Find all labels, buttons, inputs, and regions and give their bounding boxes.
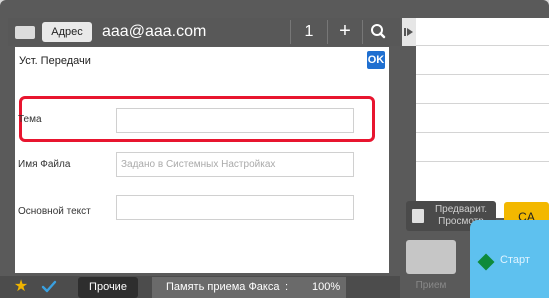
other-button[interactable]: Прочие — [78, 277, 138, 298]
list-divider — [416, 74, 549, 75]
fax-memory-status: Память приема Факса : 100% — [152, 277, 346, 298]
keyboard-icon — [15, 26, 35, 39]
start-icon — [477, 253, 495, 271]
start-button[interactable]: Старт — [470, 220, 549, 298]
check-button[interactable] — [38, 276, 60, 298]
start-label: Старт — [500, 254, 530, 266]
file-name-label: Имя Файла — [18, 159, 71, 170]
list-divider — [416, 45, 549, 46]
file-name-input[interactable]: Задано в Системных Настройках — [116, 152, 354, 177]
list-divider — [416, 161, 549, 162]
body-text-input[interactable] — [116, 195, 354, 220]
fax-memory-label: Память приема Факса — [166, 281, 280, 293]
star-icon: ★ — [13, 278, 29, 295]
preview-icon — [412, 209, 424, 223]
send-settings-dialog: Уст. Передачи OK Тема : Имя Файла : Зада… — [15, 47, 389, 273]
search-button[interactable] — [363, 20, 393, 44]
checkmark-icon — [41, 280, 57, 293]
ok-button[interactable]: OK — [367, 51, 385, 69]
address-value[interactable]: aaa@aaa.com — [102, 20, 206, 44]
fax-memory-colon: : — [285, 281, 289, 293]
divider — [327, 20, 328, 44]
receive-button[interactable] — [406, 240, 456, 274]
destination-list-panel — [416, 18, 549, 218]
subject-input[interactable] — [116, 108, 354, 133]
keyboard-button[interactable] — [12, 22, 38, 42]
subject-label: Тема — [18, 114, 42, 125]
list-divider — [416, 103, 549, 104]
address-book-button[interactable]: Адрес — [42, 22, 92, 42]
address-bar: Адрес aaa@aaa.com 1 + — [8, 18, 400, 46]
expand-panel-button[interactable] — [402, 18, 416, 46]
body-text-label: Основной текст — [18, 206, 91, 217]
list-divider — [416, 132, 549, 133]
search-icon — [371, 24, 386, 39]
receive-label: Прием — [415, 280, 447, 291]
add-address-button[interactable]: + — [330, 20, 360, 44]
divider — [290, 20, 291, 44]
fax-memory-value: 100% — [312, 281, 341, 293]
address-count: 1 — [304, 23, 314, 40]
favorites-button[interactable]: ★ — [10, 276, 32, 298]
dialog-title: Уст. Передачи — [19, 55, 91, 67]
play-icon — [404, 28, 413, 36]
